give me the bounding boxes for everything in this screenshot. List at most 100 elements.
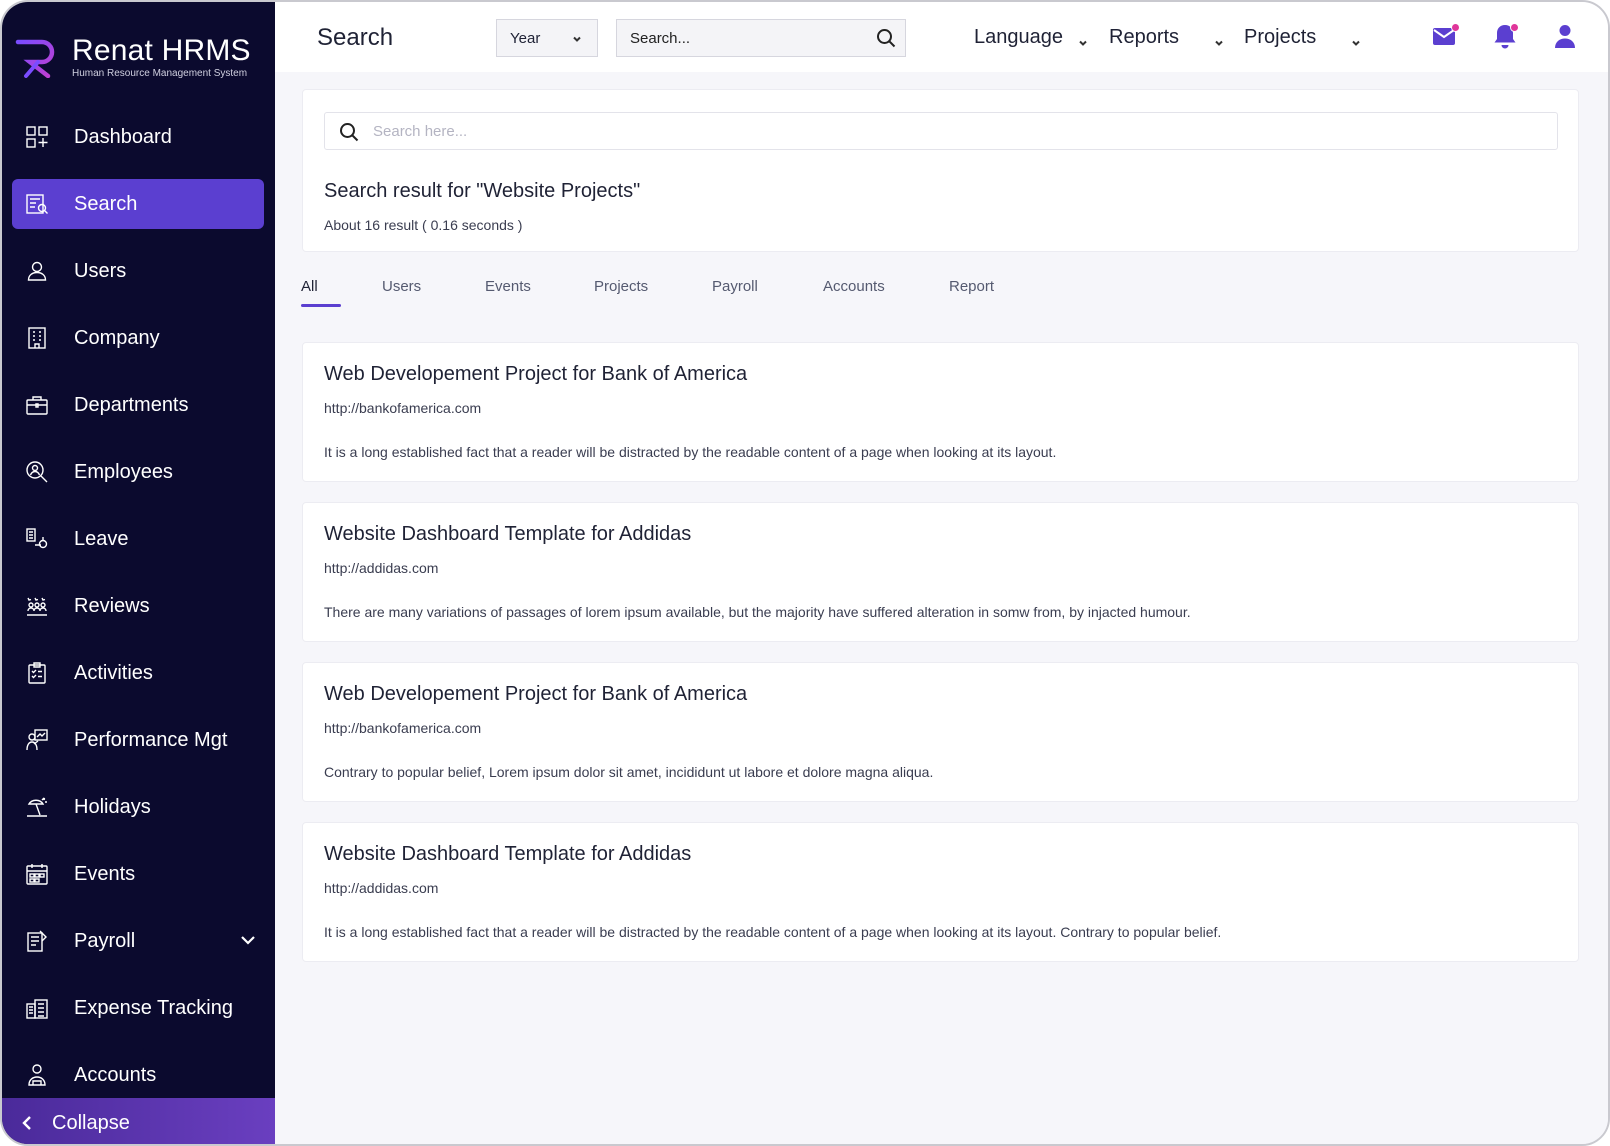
sidebar-item-label: Dashboard xyxy=(74,125,172,148)
dashboard-icon xyxy=(24,124,50,150)
sidebar-item-label: Employees xyxy=(74,460,173,483)
top-search xyxy=(616,19,906,57)
reports-menu[interactable]: Reports xyxy=(1109,26,1225,49)
main-content: Search result for "Website Projects" Abo… xyxy=(275,72,1608,1144)
collapse-button[interactable]: Collapse xyxy=(2,1098,275,1144)
briefcase-icon xyxy=(24,392,50,418)
page-title: Search xyxy=(317,24,394,51)
tab-accounts[interactable]: Accounts xyxy=(823,278,885,295)
sidebar-item-employees[interactable]: Employees xyxy=(12,447,264,497)
active-tab-indicator xyxy=(301,304,341,307)
sidebar-item-departments[interactable]: Departments xyxy=(12,380,264,430)
sidebar-item-payroll[interactable]: Payroll xyxy=(12,916,264,966)
sidebar-item-leave[interactable]: Leave xyxy=(12,514,264,564)
sidebar-item-search[interactable]: Search xyxy=(12,179,264,229)
sidebar-item-label: Company xyxy=(74,326,160,349)
reviews-icon xyxy=(24,593,50,619)
sidebar-item-expense-tracking[interactable]: Expense Tracking xyxy=(12,983,264,1033)
user-icon xyxy=(24,258,50,284)
sidebar-item-activities[interactable]: Activities xyxy=(12,648,264,698)
sidebar-item-label: Departments xyxy=(74,393,189,416)
sidebar-item-label: Accounts xyxy=(74,1063,157,1086)
employee-search-icon xyxy=(24,459,50,485)
tab-events[interactable]: Events xyxy=(485,278,531,295)
tab-projects[interactable]: Projects xyxy=(594,278,648,295)
sidebar-item-label: Events xyxy=(74,862,136,885)
result-url[interactable]: http://bankofamerica.com xyxy=(324,400,481,416)
search-icon[interactable] xyxy=(876,28,896,48)
notification-dot xyxy=(1510,23,1519,32)
projects-menu-label: Projects xyxy=(1244,26,1317,48)
result-card[interactable]: Web Developement Project for Bank of Ame… xyxy=(302,662,1579,802)
sidebar-item-label: Users xyxy=(74,259,127,282)
tab-report[interactable]: Report xyxy=(949,278,994,295)
top-search-input[interactable] xyxy=(617,20,857,56)
search-icon xyxy=(339,122,359,142)
mail-icon[interactable] xyxy=(1431,22,1463,54)
search-box xyxy=(324,112,1558,150)
beach-icon xyxy=(24,794,50,820)
clipboard-icon xyxy=(24,660,50,686)
sidebar-item-label: Expense Tracking xyxy=(74,996,233,1019)
logo[interactable]: Renat HRMS Human Resource Management Sys… xyxy=(14,36,251,79)
collapse-label: Collapse xyxy=(52,1111,130,1134)
language-menu[interactable]: Language xyxy=(974,26,1089,49)
chevron-left-icon xyxy=(22,1116,31,1130)
chevron-down-icon xyxy=(1350,32,1362,46)
tab-label: All xyxy=(301,278,318,295)
calendar-icon xyxy=(24,861,50,887)
sidebar-item-performance[interactable]: Performance Mgt xyxy=(12,715,264,765)
year-select[interactable]: Year xyxy=(496,19,598,57)
result-description: It is a long established fact that a rea… xyxy=(324,924,1222,940)
result-url[interactable]: http://addidas.com xyxy=(324,560,438,576)
profile-icon[interactable] xyxy=(1551,22,1583,54)
tab-all[interactable]: All xyxy=(301,278,341,307)
payroll-icon xyxy=(24,928,50,954)
sidebar-item-holidays[interactable]: Holidays xyxy=(12,782,264,832)
chevron-down-icon[interactable] xyxy=(238,930,258,950)
search-panel: Search result for "Website Projects" Abo… xyxy=(302,89,1579,252)
search-result-heading: Search result for "Website Projects" xyxy=(324,180,641,202)
result-card[interactable]: Web Developement Project for Bank of Ame… xyxy=(302,342,1579,482)
result-card[interactable]: Website Dashboard Template for Addidas h… xyxy=(302,502,1579,642)
search-result-meta: About 16 result ( 0.16 seconds ) xyxy=(324,217,523,233)
result-description: There are many variations of passages of… xyxy=(324,604,1191,620)
year-select-value: Year xyxy=(510,29,541,47)
tab-payroll[interactable]: Payroll xyxy=(712,278,758,295)
result-title[interactable]: Web Developement Project for Bank of Ame… xyxy=(324,363,747,386)
sidebar-item-events[interactable]: Events xyxy=(12,849,264,899)
result-url[interactable]: http://addidas.com xyxy=(324,880,438,896)
building-icon xyxy=(24,325,50,351)
tab-users[interactable]: Users xyxy=(382,278,421,295)
result-card[interactable]: Website Dashboard Template for Addidas h… xyxy=(302,822,1579,962)
sidebar-item-company[interactable]: Company xyxy=(12,313,264,363)
sidebar-item-label: Holidays xyxy=(74,795,151,818)
result-title[interactable]: Website Dashboard Template for Addidas xyxy=(324,843,691,866)
logo-mark-icon xyxy=(15,39,55,78)
logo-title: Renat HRMS xyxy=(72,34,251,67)
reports-menu-label: Reports xyxy=(1109,26,1180,48)
leave-icon xyxy=(24,526,50,552)
result-url[interactable]: http://bankofamerica.com xyxy=(324,720,481,736)
result-title[interactable]: Website Dashboard Template for Addidas xyxy=(324,523,691,546)
sidebar-item-users[interactable]: Users xyxy=(12,246,264,296)
logo-subtitle: Human Resource Management System xyxy=(72,68,248,79)
sidebar-item-reviews[interactable]: Reviews xyxy=(12,581,264,631)
search-document-icon xyxy=(24,191,50,217)
projects-menu[interactable]: Projects xyxy=(1244,26,1362,49)
sidebar-item-accounts[interactable]: Accounts xyxy=(12,1050,264,1100)
result-description: It is a long established fact that a rea… xyxy=(324,444,1057,460)
language-menu-label: Language xyxy=(974,26,1063,48)
sidebar-item-label: Performance Mgt xyxy=(74,728,228,751)
result-title[interactable]: Web Developement Project for Bank of Ame… xyxy=(324,683,747,706)
sidebar: Renat HRMS Human Resource Management Sys… xyxy=(2,2,275,1144)
sidebar-nav: Dashboard Search Users Company Departmen… xyxy=(12,112,264,1117)
bell-icon[interactable] xyxy=(1491,22,1523,54)
performance-icon xyxy=(24,727,50,753)
search-input[interactable] xyxy=(373,113,1543,149)
sidebar-item-label: Activities xyxy=(74,661,153,684)
chevron-down-icon xyxy=(1077,32,1089,46)
sidebar-item-label: Leave xyxy=(74,527,129,550)
sidebar-item-dashboard[interactable]: Dashboard xyxy=(12,112,264,162)
accounts-icon xyxy=(24,1062,50,1088)
